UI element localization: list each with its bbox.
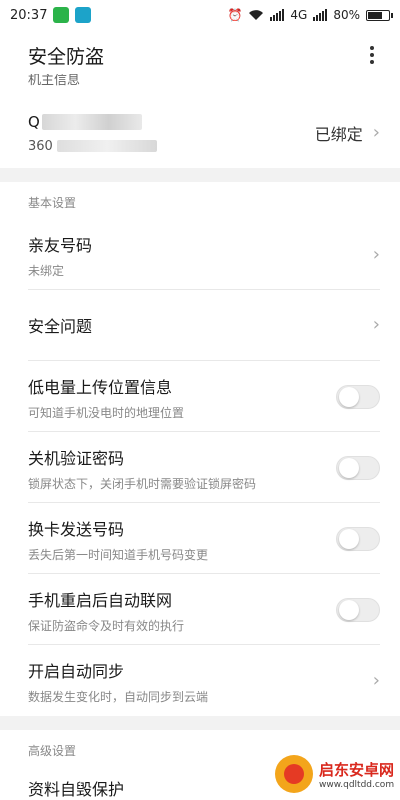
divider — [28, 573, 380, 574]
row-subtitle: 保证防盗命令及时有效的执行 — [28, 618, 185, 633]
redacted-account — [41, 113, 142, 130]
bind-status: 已绑定 — [314, 125, 363, 144]
clock: 20:37 — [10, 7, 48, 23]
low-battery-toggle[interactable] — [336, 385, 380, 409]
account-row[interactable]: Q 360 已绑定 › — [28, 108, 380, 158]
watermark-url: www.qdltdd.com — [319, 779, 395, 790]
row-reboot-auto-network: 手机重启后自动联网 保证防盗命令及时有效的执行 — [28, 585, 380, 635]
divider — [28, 431, 380, 432]
row-title: 亲友号码 — [28, 235, 93, 255]
watermark-name: 启东安卓网 — [319, 760, 395, 779]
alarm-icon: ⏰ — [227, 8, 243, 22]
row-friend-number[interactable]: 亲友号码 未绑定 › — [28, 230, 380, 280]
account-id-prefix: Q — [28, 112, 40, 131]
owner-info-label: 机主信息 — [28, 74, 81, 86]
wifi-icon — [249, 10, 264, 20]
app-bar: 安全防盗 — [0, 30, 400, 80]
battery-percent: 80% — [333, 8, 360, 22]
status-bar: 20:37 ⏰ 4G 80% — [0, 0, 400, 30]
battery-icon — [366, 9, 393, 21]
row-title: 安全问题 — [28, 317, 93, 336]
section-basic-settings: 基本设置 — [28, 196, 77, 210]
account-number-prefix: 360 — [28, 138, 53, 154]
signal-icon-2 — [313, 9, 328, 21]
row-shutdown-password: 关机验证密码 锁屏状态下，关闭手机时需要验证锁屏密码 — [28, 443, 380, 493]
signal-icon — [270, 9, 285, 21]
row-subtitle: 数据发生变化时，自动同步到云端 — [28, 689, 209, 704]
page-title: 安全防盗 — [28, 45, 105, 68]
scan-icon — [75, 7, 92, 23]
row-sim-change-alert: 换卡发送号码 丢失后第一时间知道手机号码变更 — [28, 514, 380, 564]
row-security-question[interactable]: 安全问题 › — [28, 305, 380, 345]
divider — [28, 360, 380, 361]
chevron-right-icon: › — [372, 314, 380, 335]
sim-change-toggle[interactable] — [336, 527, 380, 551]
row-title: 手机重启后自动联网 — [28, 590, 173, 610]
row-auto-sync[interactable]: 开启自动同步 数据发生变化时，自动同步到云端 › — [28, 656, 380, 706]
section-gap — [0, 168, 400, 182]
divider — [28, 644, 380, 645]
row-low-battery-location: 低电量上传位置信息 可知道手机没电时的地理位置 — [28, 372, 380, 422]
row-title: 关机验证密码 — [28, 448, 125, 468]
row-title: 开启自动同步 — [28, 661, 125, 681]
network-type: 4G — [290, 8, 308, 22]
chevron-right-icon: › — [372, 670, 380, 691]
row-title: 换卡发送号码 — [28, 519, 125, 539]
watermark-logo-icon — [275, 755, 313, 793]
wechat-icon — [53, 7, 70, 23]
chevron-right-icon: › — [372, 244, 380, 265]
reboot-network-toggle[interactable] — [336, 598, 380, 622]
row-subtitle: 丢失后第一时间知道手机号码变更 — [28, 547, 209, 562]
section-gap — [0, 716, 400, 730]
row-title: 低电量上传位置信息 — [28, 377, 173, 397]
row-subtitle: 锁屏状态下，关闭手机时需要验证锁屏密码 — [28, 476, 257, 491]
section-advanced-settings: 高级设置 — [28, 744, 77, 758]
shutdown-password-toggle[interactable] — [336, 456, 380, 480]
divider — [28, 289, 380, 290]
row-title: 资料自毁保护 — [28, 780, 125, 799]
divider — [28, 502, 380, 503]
watermark: 启东安卓网 www.qdltdd.com — [275, 752, 395, 796]
more-options-icon[interactable] — [360, 43, 384, 67]
row-subtitle: 可知道手机没电时的地理位置 — [28, 405, 185, 420]
row-subtitle: 未绑定 — [28, 263, 65, 278]
chevron-right-icon: › — [372, 122, 380, 143]
redacted-number — [56, 140, 157, 152]
